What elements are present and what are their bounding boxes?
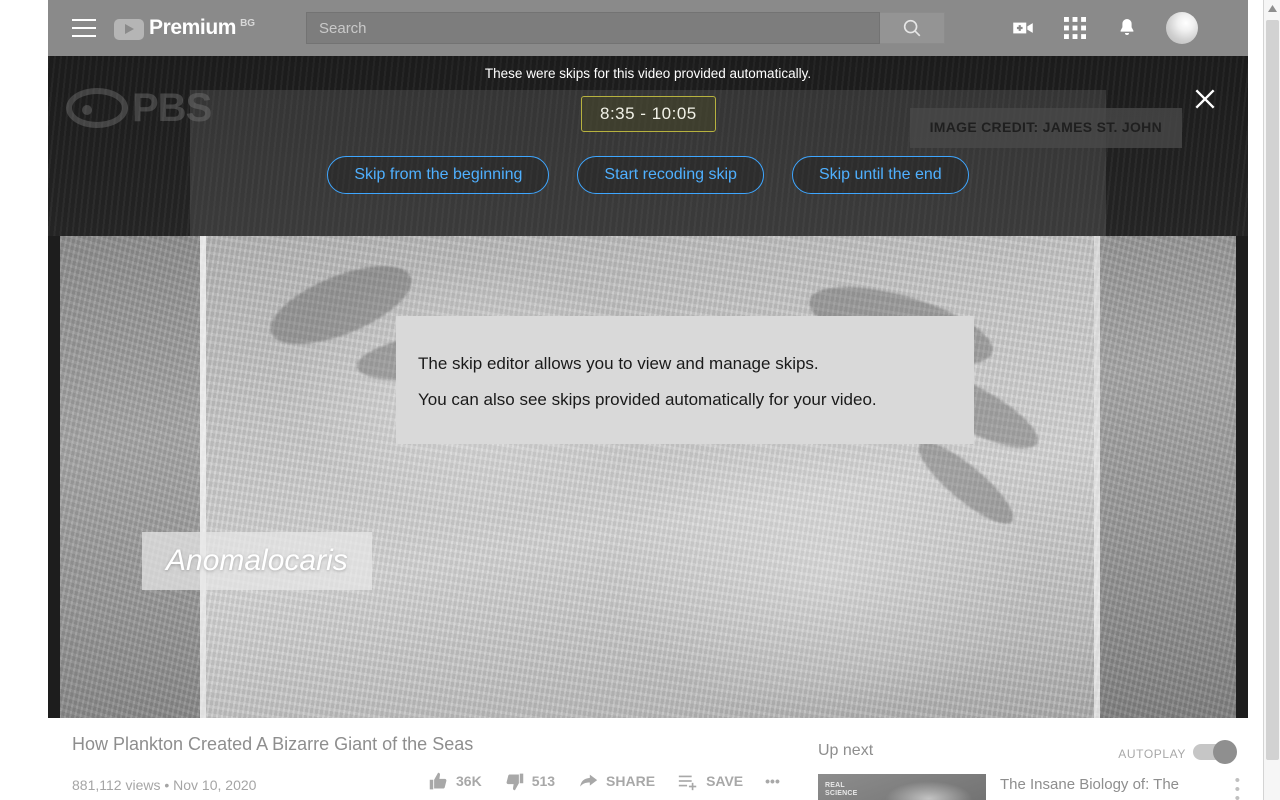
close-overlay-button[interactable] xyxy=(1188,82,1222,116)
skip-until-end-button[interactable]: Skip until the end xyxy=(791,156,969,194)
apps-button[interactable] xyxy=(1062,15,1088,41)
up-next-item-menu-button[interactable]: • • • xyxy=(1234,773,1240,800)
hamburger-menu-icon[interactable] xyxy=(72,19,96,37)
share-button[interactable]: SHARE xyxy=(577,770,655,792)
thumbs-down-icon xyxy=(506,773,523,790)
more-actions-button[interactable]: ••• xyxy=(765,773,780,789)
youtube-page: Premium BG Search PBS Anomalocaris IMAGE… xyxy=(48,0,1248,800)
info-line-2: You can also see skips provided automati… xyxy=(418,390,877,409)
save-button[interactable]: SAVE xyxy=(677,770,743,792)
create-video-button[interactable] xyxy=(1010,15,1036,41)
thumbnail-brand-line2: SCIENCE xyxy=(825,789,858,797)
skip-banner: These were skips for this video provided… xyxy=(48,56,1248,90)
save-label: SAVE xyxy=(706,773,744,789)
video-frame-fossil-plate xyxy=(200,236,1100,718)
logo-wordmark: Premium xyxy=(149,16,237,39)
species-caption: Anomalocaris xyxy=(142,532,372,590)
avatar[interactable] xyxy=(1166,12,1198,44)
skip-time-range-chip[interactable]: 8:35 - 10:05 xyxy=(581,96,716,132)
masthead: Premium BG xyxy=(48,0,1248,56)
like-button[interactable]: 36K xyxy=(428,771,482,792)
video-camera-plus-icon xyxy=(1013,22,1033,34)
start-recoding-skip-button[interactable]: Start recoding skip xyxy=(577,156,764,194)
more-vertical-icon-dot: • xyxy=(1234,790,1240,800)
logo-country-code: BG xyxy=(240,18,256,29)
scrollbar-thumb[interactable] xyxy=(1266,20,1279,760)
up-next-thumbnail: REAL SCIENCE xyxy=(818,774,986,800)
video-action-bar: 36K 513 SHARE SAVE ••• xyxy=(428,770,780,792)
up-next-heading: Up next xyxy=(818,742,874,759)
scroll-up-button[interactable] xyxy=(1264,0,1280,17)
fossil-detail xyxy=(909,431,1023,535)
skip-banner-text: These were skips for this video provided… xyxy=(484,65,812,81)
video-player[interactable]: PBS Anomalocaris IMAGE CREDIT: JAMES ST.… xyxy=(48,56,1248,718)
play-button-icon xyxy=(114,19,144,40)
search-input[interactable] xyxy=(306,12,880,44)
up-next-item[interactable]: REAL SCIENCE The Insane Biology of: The … xyxy=(818,774,1248,800)
browser-scrollbar[interactable] xyxy=(1263,0,1280,800)
thumbs-up-icon xyxy=(429,772,447,789)
image-credit-label: IMAGE CREDIT: JAMES ST. JOHN xyxy=(929,119,1162,135)
species-caption-label: Anomalocaris xyxy=(166,544,348,577)
autoplay-toggle[interactable] xyxy=(1193,740,1237,764)
dislike-count: 513 xyxy=(531,773,556,789)
image-credit-badge: IMAGE CREDIT: JAMES ST. JOHN xyxy=(909,108,1182,148)
save-playlist-icon xyxy=(678,775,697,791)
up-next-section: Up next AUTOPLAY REAL SCIENCE The Insane… xyxy=(818,726,1248,800)
skip-action-buttons: Skip from the beginning Start recoding s… xyxy=(48,156,1248,194)
search-button[interactable] xyxy=(880,12,945,44)
scroll-up-arrow-icon xyxy=(1268,5,1277,12)
search-bar xyxy=(306,12,945,44)
skip-from-beginning-button[interactable]: Skip from the beginning xyxy=(327,156,550,194)
bell-icon xyxy=(1120,19,1134,35)
thumbnail-brand-line1: REAL xyxy=(825,782,845,789)
info-line-1: The skip editor allows you to view and m… xyxy=(418,354,819,373)
up-next-item-title: The Insane Biology of: The Octopus xyxy=(1000,776,1180,800)
skip-editor-info-card: The skip editor allows you to view and m… xyxy=(396,316,974,444)
search-icon xyxy=(903,19,921,37)
autoplay-label: AUTOPLAY xyxy=(1118,747,1186,761)
dislike-button[interactable]: 513 xyxy=(504,771,555,792)
thumbnail-brand: REAL SCIENCE xyxy=(825,782,858,797)
notifications-button[interactable] xyxy=(1114,15,1140,41)
close-icon xyxy=(1195,89,1215,109)
more-horizontal-icon: ••• xyxy=(765,773,780,789)
share-label: SHARE xyxy=(606,773,656,789)
video-title: How Plankton Created A Bizarre Giant of … xyxy=(72,734,474,754)
skip-time-range-label: 8:35 - 10:05 xyxy=(600,104,697,123)
pbs-head-icon xyxy=(66,88,128,128)
share-arrow-icon xyxy=(580,774,598,787)
youtube-premium-logo[interactable]: Premium BG xyxy=(114,15,255,41)
header-icon-group xyxy=(1010,0,1198,56)
video-meta: 881,112 views • Nov 10, 2020 xyxy=(72,777,257,793)
apps-grid-icon xyxy=(1064,17,1086,39)
like-count: 36K xyxy=(456,773,482,789)
